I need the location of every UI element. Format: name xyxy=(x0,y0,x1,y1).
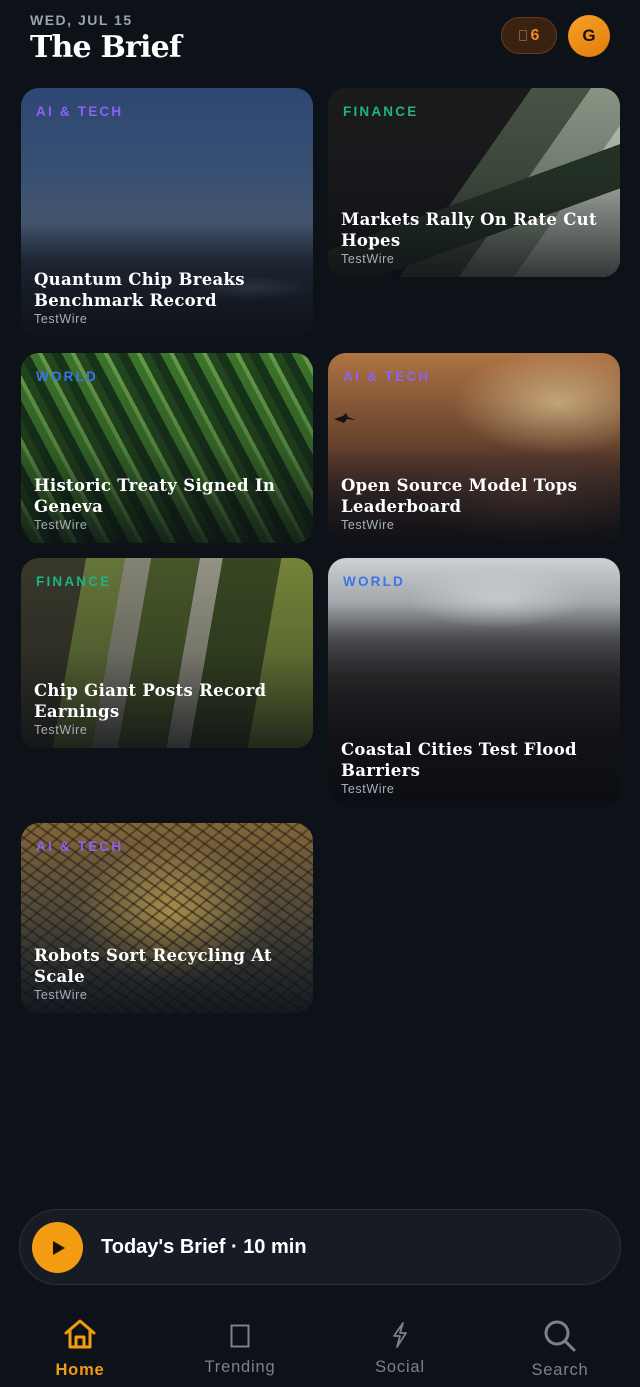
bolt-icon xyxy=(393,1322,407,1348)
avatar[interactable]: G xyxy=(568,15,610,57)
play-button[interactable] xyxy=(32,1222,83,1273)
tab-label: Search xyxy=(531,1361,589,1379)
card-source: TestWire xyxy=(34,518,88,532)
card-category: AI & TECH xyxy=(36,839,124,854)
search-icon xyxy=(544,1320,576,1352)
news-card[interactable]: FINANCE Chip Giant Posts Record Earnings… xyxy=(21,558,313,748)
card-headline: Markets Rally On Rate Cut Hopes xyxy=(341,210,597,250)
news-card[interactable]: AI & TECH Robots Sort Recycling At Scale… xyxy=(21,823,313,1013)
news-card[interactable]: WORLD Historic Treaty Signed In Geneva T… xyxy=(21,353,313,543)
tab-search[interactable]: Search xyxy=(480,1300,640,1387)
news-card[interactable]: WORLD Coastal Cities Test Flood Barriers… xyxy=(328,558,620,807)
card-source: TestWire xyxy=(34,723,88,737)
book-icon xyxy=(518,30,527,41)
card-category: WORLD xyxy=(343,574,405,589)
streak-count: 6 xyxy=(530,26,540,44)
home-icon xyxy=(64,1319,96,1349)
card-headline: Coastal Cities Test Flood Barriers xyxy=(341,740,577,780)
card-source: TestWire xyxy=(341,518,395,532)
date-label: WED, JUL 15 xyxy=(30,12,133,28)
card-headline: Historic Treaty Signed In Geneva xyxy=(34,476,276,516)
app-title: The Brief xyxy=(30,30,182,65)
bottom-tab-bar: Home Trending Social Search xyxy=(0,1300,640,1387)
news-card[interactable]: AI & TECH Open Source Model Tops Leaderb… xyxy=(328,353,620,543)
card-category: FINANCE xyxy=(36,574,112,589)
card-headline: Open Source Model Tops Leaderboard xyxy=(341,476,578,516)
card-source: TestWire xyxy=(341,252,395,266)
card-category: AI & TECH xyxy=(36,104,124,119)
card-headline: Robots Sort Recycling At Scale xyxy=(34,946,272,986)
card-headline: Chip Giant Posts Record Earnings xyxy=(34,681,267,721)
card-source: TestWire xyxy=(341,782,395,796)
audio-player-bar[interactable]: Today's Brief · 10 min xyxy=(19,1209,621,1285)
player-label: Today's Brief · 10 min xyxy=(101,1236,307,1258)
square-icon xyxy=(230,1324,250,1348)
card-source: TestWire xyxy=(34,988,88,1002)
tab-social[interactable]: Social xyxy=(320,1300,480,1387)
play-icon xyxy=(53,1240,65,1255)
news-card[interactable]: AI & TECH Quantum Chip Breaks Benchmark … xyxy=(21,88,313,337)
card-headline: Quantum Chip Breaks Benchmark Record xyxy=(34,270,245,310)
tab-label: Social xyxy=(375,1358,425,1376)
card-category: WORLD xyxy=(36,369,98,384)
card-category: AI & TECH xyxy=(343,369,431,384)
card-source: TestWire xyxy=(34,312,88,326)
streak-badge[interactable]: 6 xyxy=(501,17,557,54)
tab-label: Home xyxy=(55,1361,105,1379)
tab-trending[interactable]: Trending xyxy=(160,1300,320,1387)
header: WED, JUL 15 The Brief xyxy=(30,12,182,65)
news-card[interactable]: FINANCE Markets Rally On Rate Cut Hopes … xyxy=(328,88,620,277)
tab-label: Trending xyxy=(204,1358,276,1376)
tab-home[interactable]: Home xyxy=(0,1300,160,1387)
card-category: FINANCE xyxy=(343,104,419,119)
